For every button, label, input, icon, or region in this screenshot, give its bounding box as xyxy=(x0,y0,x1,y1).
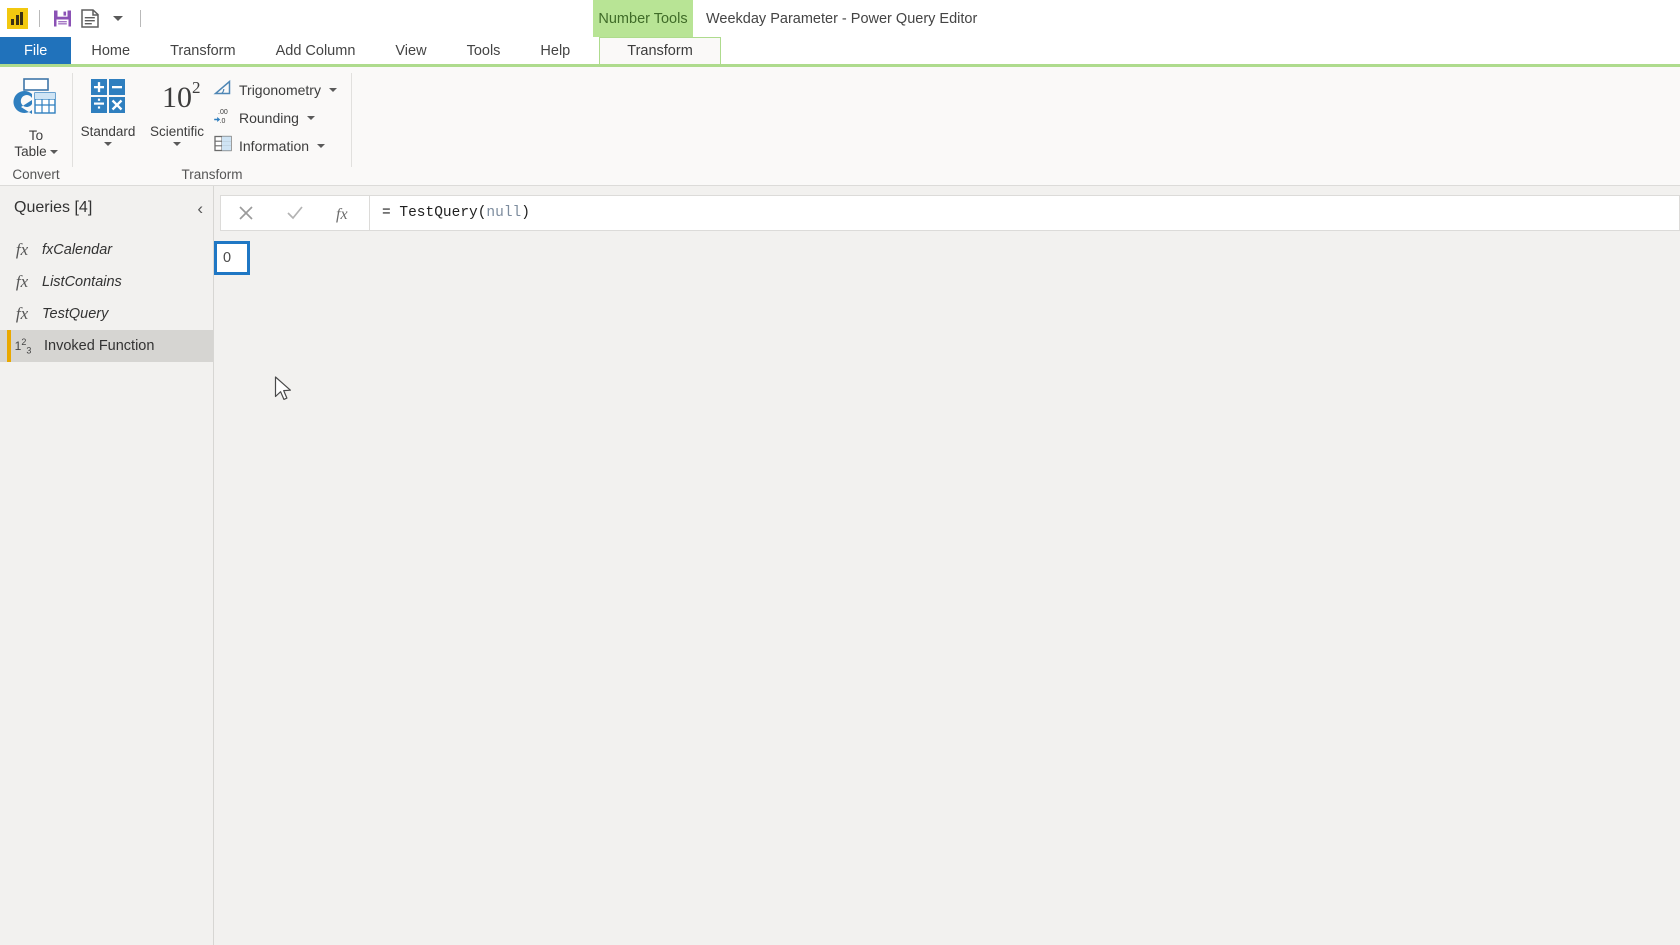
transform-small-buttons: Trigonometry .00 .0 Rounding Information xyxy=(211,73,343,158)
tab-view[interactable]: View xyxy=(375,37,446,64)
information-dropdown-icon[interactable] xyxy=(317,144,326,148)
formula-prefix: = xyxy=(382,205,391,221)
queries-pane: Queries [4] ‹ fx fxCalendar fx ListConta… xyxy=(0,186,214,945)
result-preview-area[interactable]: 0 xyxy=(214,240,1680,945)
queries-list: fx fxCalendar fx ListContains fx TestQue… xyxy=(0,230,213,362)
standard-dropdown-icon[interactable] xyxy=(104,142,112,146)
query-item-label: Invoked Function xyxy=(44,338,155,354)
standard-math-icon xyxy=(88,77,128,120)
tab-tools[interactable]: Tools xyxy=(447,37,521,64)
formula-expression-tail: ) xyxy=(521,205,530,221)
svg-text:fx: fx xyxy=(336,206,348,223)
scientific-power-icon: 10 2 xyxy=(153,77,201,120)
rounding-icon: .00 .0 xyxy=(213,106,233,130)
ribbon-group-transform: Standard 10 2 Scientific Trigonometry .0… xyxy=(73,67,351,185)
scientific-label: Scientific xyxy=(149,124,205,139)
queries-pane-title: Queries [4] xyxy=(14,199,93,216)
collapse-pane-chevron-icon[interactable]: ‹ xyxy=(197,200,203,217)
trigonometry-label: Trigonometry xyxy=(239,82,321,98)
query-item-testquery[interactable]: fx TestQuery xyxy=(0,298,213,330)
result-value-cell[interactable]: 0 xyxy=(214,241,250,275)
fx-icon: fx xyxy=(15,240,29,259)
rounding-dropdown-icon[interactable] xyxy=(306,116,315,120)
query-item-invoked-function[interactable]: 123 Invoked Function xyxy=(0,330,213,362)
accept-icon[interactable] xyxy=(275,196,315,230)
queries-pane-header: Queries [4] ‹ xyxy=(0,186,213,230)
qat-divider-2 xyxy=(140,10,141,27)
cancel-icon[interactable] xyxy=(226,196,266,230)
trigonometry-icon xyxy=(213,78,233,102)
formula-input[interactable]: = TestQuery(null) xyxy=(370,195,1680,231)
tab-add-column[interactable]: Add Column xyxy=(256,37,376,64)
tab-file[interactable]: File xyxy=(0,37,72,64)
query-item-listcontains[interactable]: fx ListContains xyxy=(0,266,213,298)
trigonometry-button[interactable]: Trigonometry xyxy=(211,78,343,102)
fx-icon: fx xyxy=(15,272,29,291)
rounding-button[interactable]: .00 .0 Rounding xyxy=(211,106,343,130)
save-icon[interactable] xyxy=(49,6,75,32)
ribbon-tab-strip: File Home Transform Add Column View Tool… xyxy=(0,37,1680,64)
rounding-label: Rounding xyxy=(239,110,299,126)
tab-transform[interactable]: Transform xyxy=(150,37,256,64)
svg-text:.0: .0 xyxy=(220,118,226,125)
formula-bar: fx = TestQuery(null) xyxy=(214,186,1680,240)
formula-bar-buttons: fx xyxy=(220,195,370,231)
svg-text:.00: .00 xyxy=(218,109,228,116)
contextual-tab-group-label: Number Tools xyxy=(598,10,688,27)
scientific-button[interactable]: 10 2 Scientific xyxy=(143,73,211,146)
query-item-label: ListContains xyxy=(42,274,122,290)
to-table-icon xyxy=(13,77,59,124)
svg-text:10: 10 xyxy=(162,81,192,114)
power-bi-logo xyxy=(4,6,30,32)
tab-help[interactable]: Help xyxy=(520,37,590,64)
information-icon xyxy=(213,134,233,158)
query-item-fxcalendar[interactable]: fx fxCalendar xyxy=(0,234,213,266)
scientific-dropdown-icon[interactable] xyxy=(173,142,181,146)
standard-button[interactable]: Standard xyxy=(73,73,143,146)
fx-icon[interactable]: fx xyxy=(324,196,364,230)
standard-label: Standard xyxy=(80,124,136,139)
ribbon-group-convert: To Table Convert xyxy=(0,67,72,185)
trigonometry-dropdown-icon[interactable] xyxy=(328,88,337,92)
information-label: Information xyxy=(239,138,310,154)
query-item-label: TestQuery xyxy=(42,306,109,322)
title-bar: Number Tools Weekday Parameter - Power Q… xyxy=(0,0,1680,37)
formula-expression-head: TestQuery( xyxy=(390,205,487,221)
number-type-icon: 123 xyxy=(14,336,32,356)
tab-number-tools-transform[interactable]: Transform xyxy=(599,37,721,64)
fx-icon: fx xyxy=(15,304,29,323)
customize-qat-chevron-icon[interactable] xyxy=(105,6,131,32)
to-table-button[interactable]: To Table xyxy=(0,73,72,160)
ribbon-group-divider-2 xyxy=(351,73,352,167)
to-table-label: To Table xyxy=(14,128,58,160)
ribbon-group-transform-label: Transform xyxy=(181,166,243,182)
contextual-tab-group-header: Number Tools xyxy=(593,0,693,37)
window-title: Weekday Parameter - Power Query Editor xyxy=(706,10,978,27)
properties-icon[interactable] xyxy=(77,6,103,32)
information-button[interactable]: Information xyxy=(211,134,343,158)
formula-null-token: null xyxy=(486,205,522,221)
ribbon-group-convert-label: Convert xyxy=(12,166,60,182)
svg-text:2: 2 xyxy=(192,78,201,97)
quick-access-toolbar xyxy=(0,0,148,37)
ribbon: To Table Convert Standard 10 2 Scientifi… xyxy=(0,67,1680,186)
tab-home[interactable]: Home xyxy=(71,37,150,64)
power-query-editor-window: Number Tools Weekday Parameter - Power Q… xyxy=(0,0,1680,945)
query-item-label: fxCalendar xyxy=(42,242,113,258)
qat-divider-1 xyxy=(39,10,40,27)
